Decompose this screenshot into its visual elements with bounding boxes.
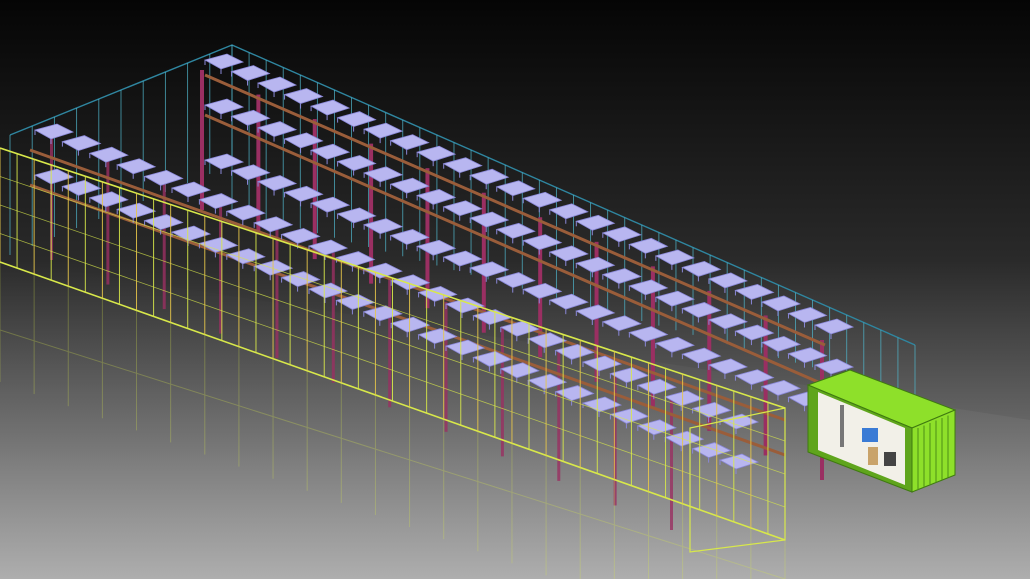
rack-pillar	[275, 228, 279, 359]
rack-pillar	[670, 400, 673, 530]
rack-storage-render	[0, 0, 1030, 579]
rack-pillar	[557, 350, 561, 481]
office-desk-item	[862, 428, 878, 442]
rack-pillar	[388, 277, 392, 408]
rack-pillar	[331, 252, 335, 383]
cad-render-viewport	[0, 0, 1030, 579]
office-chair	[884, 452, 896, 466]
office-partition	[840, 405, 844, 447]
rack-pillar	[106, 154, 110, 285]
rack-pillar	[444, 301, 448, 432]
office-cabinet	[868, 447, 878, 465]
